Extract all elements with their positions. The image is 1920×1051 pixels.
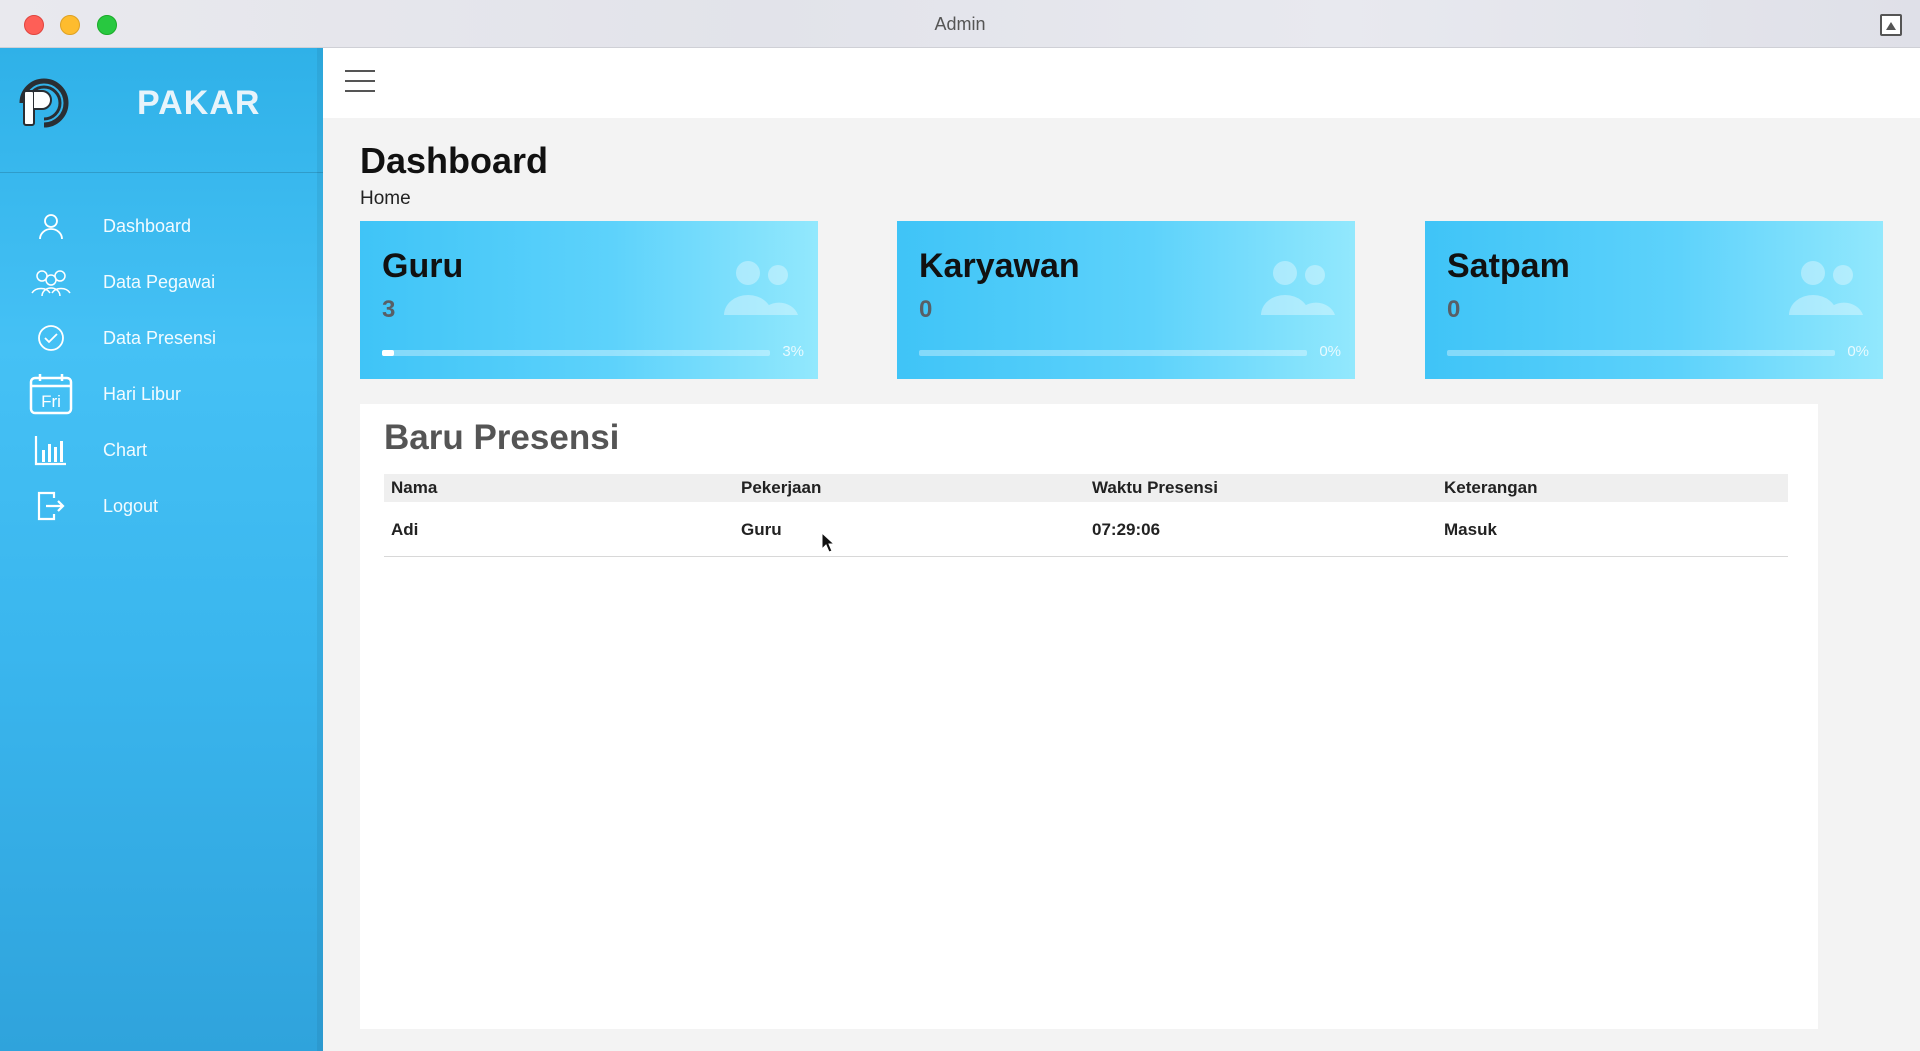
sidebar-item-label: Data Presensi (103, 327, 217, 348)
sidebar: PAKAR Dashboard Data Pegawai Data Presen… (0, 48, 323, 1051)
sidebar-item-hari-libur[interactable]: Fri Hari Libur (0, 366, 323, 422)
breadcrumb: Home (360, 188, 411, 209)
title-bar: Admin (0, 0, 1920, 48)
progress-percent: 3% (782, 343, 804, 360)
progress-bar (1447, 350, 1835, 356)
cell-nama: Adi (391, 520, 419, 539)
column-header-nama[interactable]: Nama (391, 478, 437, 498)
table-row[interactable]: Adi Guru 07:29:06 Masuk (384, 502, 1788, 557)
column-header-waktu-presensi[interactable]: Waktu Presensi (1092, 478, 1218, 498)
sidebar-item-logout[interactable]: Logout (0, 478, 323, 534)
sidebar-nav: Dashboard Data Pegawai Data Presensi Fri… (0, 198, 323, 534)
card-count: 0 (919, 296, 933, 323)
users-icon (1789, 261, 1863, 315)
top-header (323, 48, 1920, 118)
sidebar-item-chart[interactable]: Chart (0, 422, 323, 478)
window-title: Admin (934, 14, 986, 34)
calendar-icon: Fri (28, 374, 74, 415)
card-title: Karyawan (919, 247, 1080, 285)
sidebar-item-label: Dashboard (103, 215, 192, 236)
sidebar-item-label: Logout (103, 495, 159, 516)
stat-card-karyawan: Karyawan 0 0% (897, 221, 1355, 379)
card-title: Guru (382, 247, 464, 285)
sidebar-item-label: Hari Libur (103, 383, 182, 404)
card-title: Satpam (1447, 247, 1570, 285)
sidebar-item-label: Chart (103, 439, 148, 460)
check-circle-icon (28, 318, 74, 358)
stat-card-guru: Guru 3 3% (360, 221, 818, 379)
stat-card-satpam: Satpam 0 0% (1425, 221, 1883, 379)
sidebar-item-label: Data Pegawai (103, 271, 216, 292)
brand-name: PAKAR (137, 84, 261, 122)
logout-icon (28, 486, 74, 526)
cell-waktu-presensi: 07:29:06 (1092, 520, 1161, 539)
mouse-cursor-icon (821, 532, 835, 553)
attendance-panel: Baru Presensi Nama Pekerjaan Waktu Prese… (360, 404, 1818, 1029)
cell-keterangan: Masuk (1444, 520, 1497, 539)
page-title: Dashboard (360, 140, 549, 181)
app-window: Admin PAKAR Dashboard Data Pegawai Data … (0, 0, 1920, 1051)
panel-title: Baru Presensi (384, 418, 620, 457)
cell-pekerjaan: Guru (741, 520, 782, 539)
users-icon (724, 261, 798, 315)
sidebar-item-dashboard[interactable]: Dashboard (0, 198, 323, 254)
card-count: 3 (382, 296, 396, 323)
column-header-keterangan[interactable]: Keterangan (1444, 478, 1538, 498)
sidebar-item-data-pegawai[interactable]: Data Pegawai (0, 254, 323, 310)
pakar-logo-icon (19, 78, 69, 128)
table-header: Nama Pekerjaan Waktu Presensi Keterangan (384, 474, 1788, 502)
users-icon (1261, 261, 1335, 315)
brand-header: PAKAR (0, 48, 323, 173)
attendance-table: Nama Pekerjaan Waktu Presensi Keterangan… (384, 474, 1788, 557)
java-app-icon (1880, 14, 1902, 36)
sidebar-item-data-presensi[interactable]: Data Presensi (0, 310, 323, 366)
progress-bar (382, 350, 770, 356)
bar-chart-icon (28, 430, 74, 470)
progress-percent: 0% (1847, 343, 1869, 360)
users-group-icon (28, 262, 74, 302)
progress-percent: 0% (1319, 343, 1341, 360)
card-count: 0 (1447, 296, 1461, 323)
progress-fill (382, 350, 394, 356)
column-header-pekerjaan[interactable]: Pekerjaan (741, 478, 821, 498)
hamburger-menu-button[interactable] (345, 70, 375, 94)
user-icon (28, 206, 74, 246)
progress-bar (919, 350, 1307, 356)
calendar-icon-text: Fri (41, 392, 61, 411)
